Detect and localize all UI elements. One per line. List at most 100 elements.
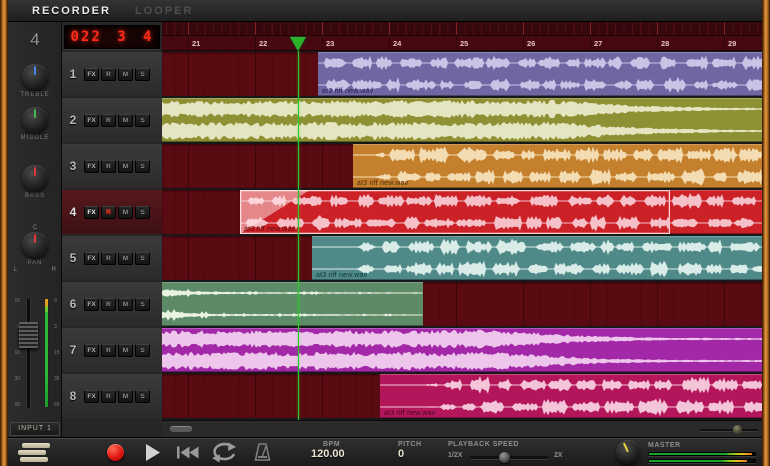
rewind-button[interactable] — [176, 445, 200, 465]
solo-button-track-7[interactable]: S — [135, 344, 150, 357]
record-arm-button-track-5[interactable]: R — [101, 252, 116, 265]
pitch-value[interactable]: 0 — [398, 448, 422, 460]
mute-button-track-3[interactable]: M — [118, 160, 133, 173]
mute-button-track-2[interactable]: M — [118, 114, 133, 127]
audio-clip[interactable] — [162, 328, 762, 372]
bar-number-26: 26 — [527, 39, 535, 48]
pan-knob[interactable] — [22, 232, 48, 258]
horizontal-scrollbar-handle[interactable] — [170, 426, 192, 432]
fader-scale-left: 100103050 — [10, 298, 20, 408]
bar-number-28: 28 — [661, 39, 669, 48]
zoom-slider-knob[interactable] — [733, 425, 742, 434]
clip-label: at3 riff new.wav — [322, 88, 373, 95]
meter-scale-number: 15 — [54, 350, 62, 356]
zoom-slider-track[interactable] — [700, 429, 758, 431]
bass-knob-label: BASS — [8, 193, 62, 199]
meter-scale-number: 0 — [54, 298, 62, 304]
track-lane-4[interactable]: at3 riff new.wav — [162, 190, 762, 234]
position-display-value: 022 3 4 — [70, 29, 153, 45]
metronome-button[interactable] — [253, 442, 272, 466]
record-arm-button-track-6[interactable]: R — [101, 298, 116, 311]
solo-button-track-6[interactable]: S — [135, 298, 150, 311]
audio-clip[interactable]: at3 riff new.wav — [380, 374, 762, 418]
track-lane-8[interactable]: at3 riff new.wav — [162, 374, 762, 418]
pitch-label: PITCH — [398, 441, 422, 448]
volume-fader-track[interactable] — [27, 298, 30, 408]
volume-fader-handle[interactable] — [19, 322, 38, 348]
loop-button[interactable] — [210, 442, 238, 466]
fader-scale-number: 50 — [10, 402, 20, 408]
solo-button-track-8[interactable]: S — [135, 390, 150, 403]
clip-label: at3 riff new.wav — [244, 226, 295, 233]
record-arm-button-track-4[interactable]: R — [101, 206, 116, 219]
audio-clip[interactable]: at3 riff new.wav — [353, 144, 762, 188]
fx-button-track-1[interactable]: FX — [84, 68, 99, 81]
track-lane-3[interactable]: at3 riff new.wav — [162, 144, 762, 188]
track-header-3: 3FXRMS — [62, 144, 162, 188]
record-arm-button-track-1[interactable]: R — [101, 68, 116, 81]
timeline-ruler[interactable]: 212223242526272829 — [162, 36, 762, 51]
master-knob[interactable] — [616, 440, 640, 464]
meter-scale-number: 60 — [54, 402, 62, 408]
record-button[interactable] — [107, 444, 124, 461]
audio-clip[interactable]: at3 riff new.wav — [240, 190, 670, 234]
playhead-line — [298, 51, 299, 420]
audio-clip[interactable] — [162, 98, 762, 142]
input-select-label[interactable]: INPUT 1 — [10, 422, 60, 436]
solo-button-track-1[interactable]: S — [135, 68, 150, 81]
track-lane-5[interactable]: at3 riff new.wav — [162, 236, 762, 280]
bass-knob-pointer — [34, 167, 36, 176]
speed-slider-handle[interactable] — [499, 452, 510, 463]
track-lane-1[interactable]: at3 riff new.wav — [162, 52, 762, 96]
fx-button-track-6[interactable]: FX — [84, 298, 99, 311]
timeline-tick-strip[interactable] — [162, 22, 762, 36]
solo-button-track-3[interactable]: S — [135, 160, 150, 173]
meter-scale-number: 35 — [54, 376, 62, 382]
bpm-value[interactable]: 120.00 — [311, 448, 345, 460]
mute-button-track-8[interactable]: M — [118, 390, 133, 403]
track-lane-6[interactable] — [162, 282, 762, 326]
bass-knob[interactable] — [22, 165, 48, 191]
menu-icon[interactable] — [18, 442, 52, 463]
solo-button-track-5[interactable]: S — [135, 252, 150, 265]
mute-button-track-1[interactable]: M — [118, 68, 133, 81]
pan-left-mark: L — [14, 267, 17, 273]
play-button[interactable] — [144, 443, 161, 466]
record-arm-button-track-7[interactable]: R — [101, 344, 116, 357]
treble-knob[interactable] — [22, 64, 48, 90]
track-lane-2[interactable] — [162, 98, 762, 142]
fx-button-track-7[interactable]: FX — [84, 344, 99, 357]
tab-recorder[interactable]: RECORDER — [32, 5, 111, 17]
bar-number-22: 22 — [259, 39, 267, 48]
record-arm-button-track-8[interactable]: R — [101, 390, 116, 403]
mute-button-track-5[interactable]: M — [118, 252, 133, 265]
fx-button-track-5[interactable]: FX — [84, 252, 99, 265]
speed-slider-track[interactable] — [470, 456, 548, 459]
fx-button-track-4[interactable]: FX — [84, 206, 99, 219]
fx-button-track-3[interactable]: FX — [84, 160, 99, 173]
audio-clip[interactable]: at3 riff new.wav — [318, 52, 762, 96]
metronome-icon — [253, 442, 272, 463]
middle-knob[interactable] — [22, 107, 48, 133]
audio-clip[interactable]: at3 riff new.wav — [312, 236, 762, 280]
fader-scale-number: 10 — [10, 298, 20, 304]
playhead-marker[interactable] — [290, 37, 306, 51]
track-number: 1 — [62, 67, 84, 81]
master-knob-pointer — [623, 443, 629, 453]
fx-button-track-8[interactable]: FX — [84, 390, 99, 403]
mute-button-track-4[interactable]: M — [118, 206, 133, 219]
record-arm-button-track-2[interactable]: R — [101, 114, 116, 127]
fx-button-track-2[interactable]: FX — [84, 114, 99, 127]
track-lane-7[interactable] — [162, 328, 762, 372]
solo-button-track-4[interactable]: S — [135, 206, 150, 219]
track-number: 5 — [62, 251, 84, 265]
record-arm-button-track-3[interactable]: R — [101, 160, 116, 173]
bar-number-24: 24 — [393, 39, 401, 48]
mute-button-track-6[interactable]: M — [118, 298, 133, 311]
mute-button-track-7[interactable]: M — [118, 344, 133, 357]
tab-looper[interactable]: LOOPER — [135, 5, 193, 17]
solo-button-track-2[interactable]: S — [135, 114, 150, 127]
audio-clip[interactable] — [670, 190, 762, 234]
audio-clip[interactable] — [162, 282, 423, 326]
track-header-6: 6FXRMS — [62, 282, 162, 326]
